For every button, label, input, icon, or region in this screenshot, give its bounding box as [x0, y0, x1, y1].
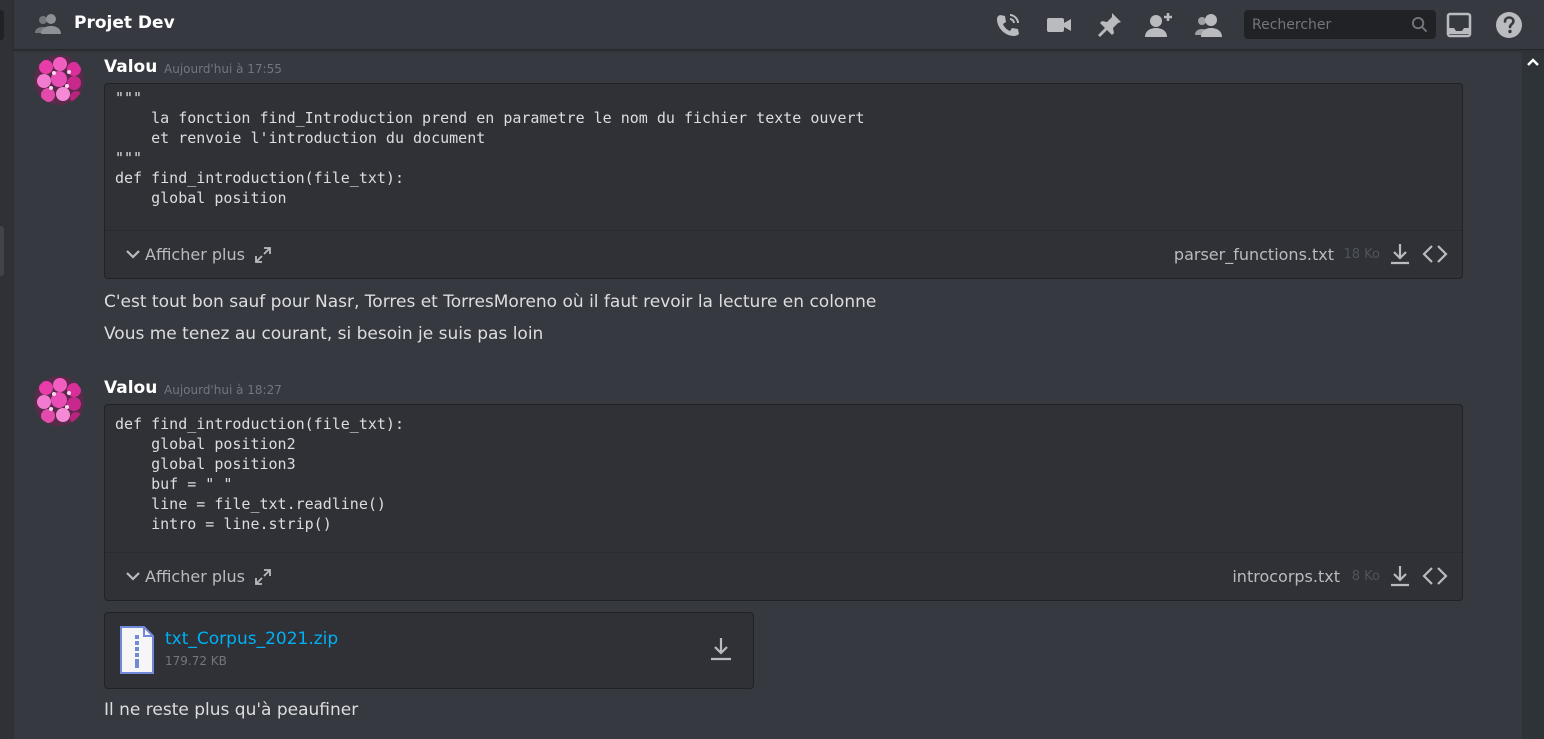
channel-title: Projet Dev [74, 13, 175, 33]
scrollbar[interactable] [1522, 51, 1544, 739]
show-more-label: Afficher plus [145, 567, 245, 586]
search-box[interactable] [1244, 10, 1436, 39]
download-icon[interactable] [1387, 563, 1413, 589]
code-file-preview: """ la fonction find_Introduction prend … [104, 83, 1463, 279]
code-content: """ la fonction find_Introduction prend … [115, 89, 865, 207]
code-filesize: 18 Ko [1343, 247, 1380, 262]
call-icon[interactable] [994, 11, 1022, 39]
message-list: Valou Aujourd'hui à 17:55 """ la fonctio… [14, 51, 1522, 739]
code-file-preview: def find_introduction(file_txt): global … [104, 404, 1463, 601]
flower-avatar-icon [34, 376, 84, 426]
attachment-name-link[interactable]: txt_Corpus_2021.zip [165, 629, 338, 649]
code-filesize: 8 Ko [1351, 569, 1380, 584]
attachment-size: 179.72 KB [165, 654, 227, 668]
sidebar-pill [0, 10, 4, 40]
show-more-button[interactable]: Afficher plus [125, 245, 245, 264]
search-input[interactable] [1244, 10, 1404, 39]
expand-icon[interactable] [253, 245, 273, 265]
avatar[interactable] [34, 376, 84, 426]
code-footer: Afficher plus introcorps.txt 8 Ko [105, 552, 1462, 600]
add-member-icon[interactable] [1145, 11, 1173, 39]
message-text: Il ne reste plus qu'à peaufiner [104, 700, 359, 720]
help-icon[interactable] [1495, 11, 1523, 39]
search-icon [1411, 16, 1428, 33]
show-more-label: Afficher plus [145, 245, 245, 264]
code-view-icon[interactable] [1422, 563, 1448, 589]
file-attachment: txt_Corpus_2021.zip 179.72 KB [104, 612, 754, 689]
member-list-icon[interactable] [1195, 11, 1223, 39]
username[interactable]: Valou [104, 57, 157, 77]
chevron-down-icon [126, 250, 140, 259]
username[interactable]: Valou [104, 378, 157, 398]
avatar[interactable] [34, 55, 84, 105]
server-sidebar-edge [0, 0, 14, 739]
sidebar-pill [0, 226, 4, 276]
timestamp: Aujourd'hui à 17:55 [164, 62, 282, 76]
code-footer: Afficher plus parser_functions.txt 18 Ko [105, 230, 1462, 278]
download-icon[interactable] [1387, 241, 1413, 267]
code-filename: introcorps.txt [1232, 567, 1340, 586]
channel-header: Projet Dev [14, 0, 1544, 50]
app-window: Projet Dev Rechercher Valou Aujourd'hui … [0, 0, 1544, 739]
scroll-up-arrow-icon[interactable] [1527, 57, 1539, 67]
video-icon[interactable] [1045, 11, 1073, 39]
code-content: def find_introduction(file_txt): global … [115, 415, 404, 533]
code-filename: parser_functions.txt [1173, 245, 1334, 264]
chevron-down-icon [126, 572, 140, 581]
flower-avatar-icon [34, 55, 84, 105]
message-text: C'est tout bon sauf pour Nasr, Torres et… [104, 292, 877, 312]
message-text: Vous me tenez au courant, si besoin je s… [104, 324, 544, 344]
download-icon[interactable] [707, 635, 735, 663]
timestamp: Aujourd'hui à 18:27 [164, 383, 282, 397]
inbox-icon[interactable] [1445, 11, 1473, 39]
show-more-button[interactable]: Afficher plus [125, 567, 245, 586]
pin-icon[interactable] [1095, 11, 1123, 39]
zip-file-icon [120, 626, 154, 674]
expand-icon[interactable] [253, 567, 273, 587]
people-icon [35, 14, 61, 34]
code-view-icon[interactable] [1422, 241, 1448, 267]
